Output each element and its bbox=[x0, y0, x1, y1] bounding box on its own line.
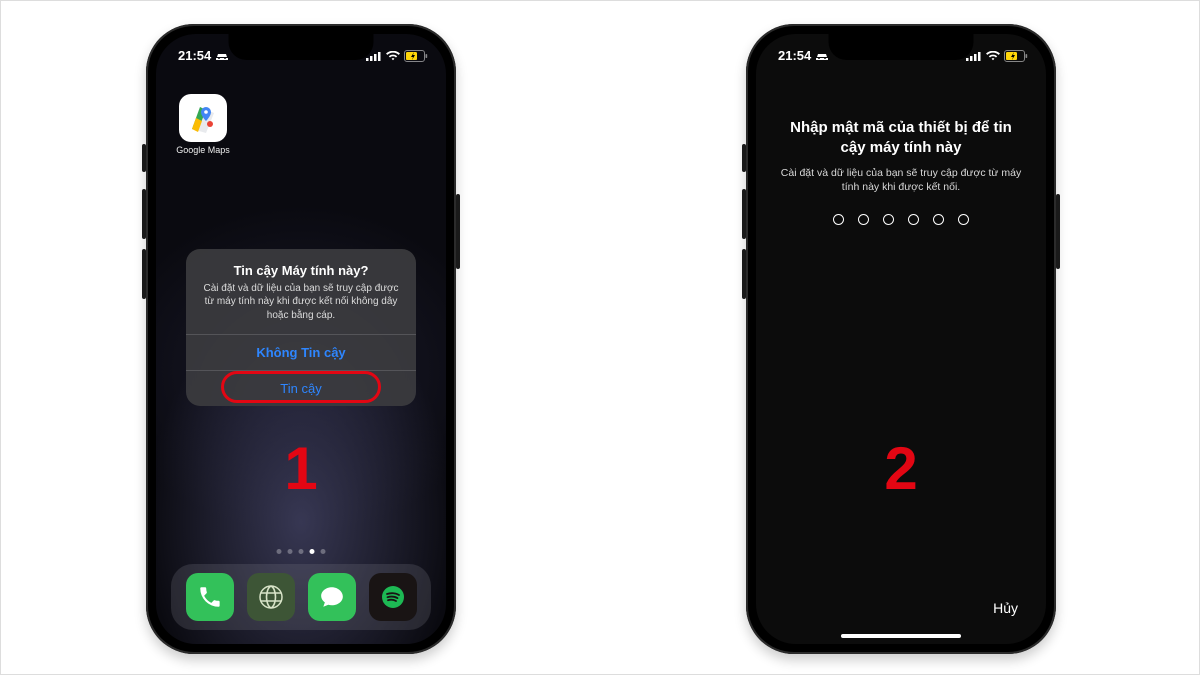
status-time: 21:54 bbox=[778, 48, 811, 63]
carplay-icon bbox=[215, 51, 229, 61]
notch bbox=[829, 34, 974, 60]
passcode-title: Nhập mật mã của thiết bị để tin cậy máy … bbox=[780, 118, 1022, 159]
trust-dialog: Tin cậy Máy tính này? Cài đặt và dữ liệu… bbox=[186, 249, 416, 407]
volume-down-button bbox=[142, 249, 146, 299]
dock bbox=[171, 564, 431, 630]
dialog-title: Tin cậy Máy tính này? bbox=[186, 249, 416, 282]
battery-charging-icon bbox=[1004, 50, 1028, 62]
wifi-icon bbox=[986, 51, 1000, 61]
power-button bbox=[1056, 194, 1060, 269]
mute-switch bbox=[742, 144, 746, 172]
home-indicator[interactable] bbox=[841, 634, 961, 638]
messages-app-icon[interactable] bbox=[308, 573, 356, 621]
comparison-stage: 21:54 bbox=[1, 1, 1200, 676]
maps-icon bbox=[179, 94, 227, 142]
dont-trust-button[interactable]: Không Tin cậy bbox=[186, 335, 416, 370]
passcode-prompt: Nhập mật mã của thiết bị để tin cậy máy … bbox=[756, 118, 1046, 226]
phone-app-icon[interactable] bbox=[186, 573, 234, 621]
app-label: Google Maps bbox=[176, 146, 230, 155]
volume-down-button bbox=[742, 249, 746, 299]
mute-switch bbox=[142, 144, 146, 172]
status-time: 21:54 bbox=[178, 48, 211, 63]
screen-2: 21:54 Nhập bbox=[756, 34, 1046, 644]
volume-up-button bbox=[742, 189, 746, 239]
notch bbox=[229, 34, 374, 60]
passcode-dots[interactable] bbox=[780, 214, 1022, 225]
page-indicator[interactable] bbox=[277, 549, 326, 554]
power-button bbox=[456, 194, 460, 269]
app-google-maps[interactable]: Google Maps bbox=[176, 94, 230, 155]
screen-1: 21:54 bbox=[156, 34, 446, 644]
phone-mockup-1: 21:54 bbox=[146, 24, 456, 654]
trust-button[interactable]: Tin cậy bbox=[186, 371, 416, 406]
browser-app-icon[interactable] bbox=[247, 573, 295, 621]
spotify-app-icon[interactable] bbox=[369, 573, 417, 621]
wifi-icon bbox=[386, 51, 400, 61]
dialog-message: Cài đặt và dữ liệu của bạn sẽ truy cập đ… bbox=[186, 282, 416, 335]
phone-mockup-2: 21:54 Nhập bbox=[746, 24, 1056, 654]
cancel-button[interactable]: Hủy bbox=[993, 600, 1018, 616]
battery-charging-icon bbox=[404, 50, 428, 62]
carplay-icon bbox=[815, 51, 829, 61]
passcode-subtitle: Cài đặt và dữ liệu của bạn sẽ truy cập đ… bbox=[780, 166, 1022, 194]
volume-up-button bbox=[142, 189, 146, 239]
